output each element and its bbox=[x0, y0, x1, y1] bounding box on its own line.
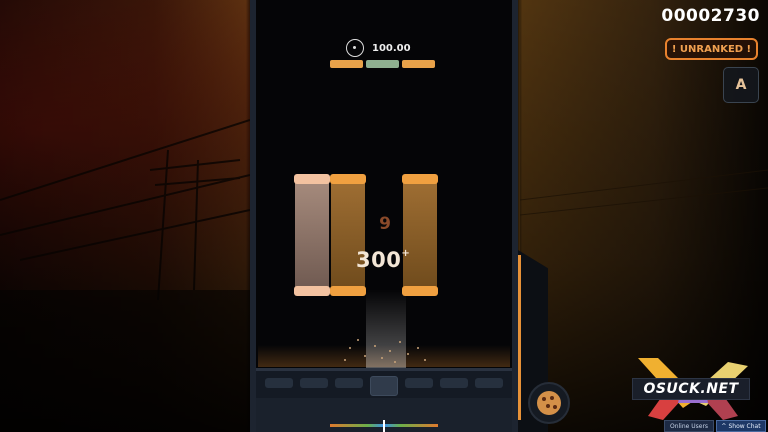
hold-note-1-head bbox=[294, 174, 330, 184]
health-segment-3 bbox=[402, 60, 435, 68]
health-bar bbox=[330, 60, 435, 68]
accuracy-icon bbox=[346, 39, 364, 57]
lane-key-7 bbox=[475, 378, 503, 388]
lane-key-2 bbox=[300, 378, 328, 388]
lane-key-4-pressed bbox=[370, 376, 398, 396]
judgement-value: 300 bbox=[356, 248, 402, 272]
hold-note-1-body bbox=[295, 180, 329, 292]
hit-particles bbox=[344, 339, 426, 363]
combo-counter: 9 bbox=[379, 214, 391, 234]
accuracy-display: 100.00 bbox=[346, 39, 411, 57]
hold-note-3-body bbox=[403, 180, 437, 292]
hold-note-2-body bbox=[331, 180, 365, 292]
hold-note-2-tail bbox=[330, 286, 366, 296]
chevron-up-icon: ^ bbox=[721, 422, 727, 430]
cookie-icon bbox=[537, 391, 561, 415]
mod-autoplay-badge: A bbox=[723, 67, 759, 103]
health-segment-2 bbox=[366, 60, 399, 68]
watermark-text: OSUCK.NET bbox=[632, 378, 750, 400]
cookie-button[interactable] bbox=[528, 382, 570, 424]
mod-letter: A bbox=[735, 77, 747, 93]
unranked-badge: ! UNRANKED ! bbox=[665, 38, 758, 60]
judgement-suffix: + bbox=[401, 248, 411, 259]
online-users-button[interactable]: Online Users bbox=[664, 420, 714, 432]
lane-key-1 bbox=[265, 378, 293, 388]
accuracy-value: 100.00 bbox=[372, 42, 411, 54]
score-display: 00002730 bbox=[661, 6, 760, 26]
show-chat-button[interactable]: ^ Show Chat bbox=[716, 420, 766, 432]
background-shade-left bbox=[0, 0, 250, 432]
judgement-text: 300+ bbox=[356, 248, 410, 272]
hold-note-1-tail bbox=[294, 286, 330, 296]
show-chat-label: Show Chat bbox=[728, 422, 761, 430]
hold-note-3-head bbox=[402, 174, 438, 184]
progress-side-line bbox=[518, 255, 521, 420]
health-segment-1 bbox=[330, 60, 363, 68]
lane-key-6 bbox=[440, 378, 468, 388]
lane-key-3 bbox=[335, 378, 363, 388]
hit-error-center-marker bbox=[383, 420, 385, 432]
hold-note-2-head bbox=[330, 174, 366, 184]
lane-key-5 bbox=[405, 378, 433, 388]
hold-note-3-tail bbox=[402, 286, 438, 296]
